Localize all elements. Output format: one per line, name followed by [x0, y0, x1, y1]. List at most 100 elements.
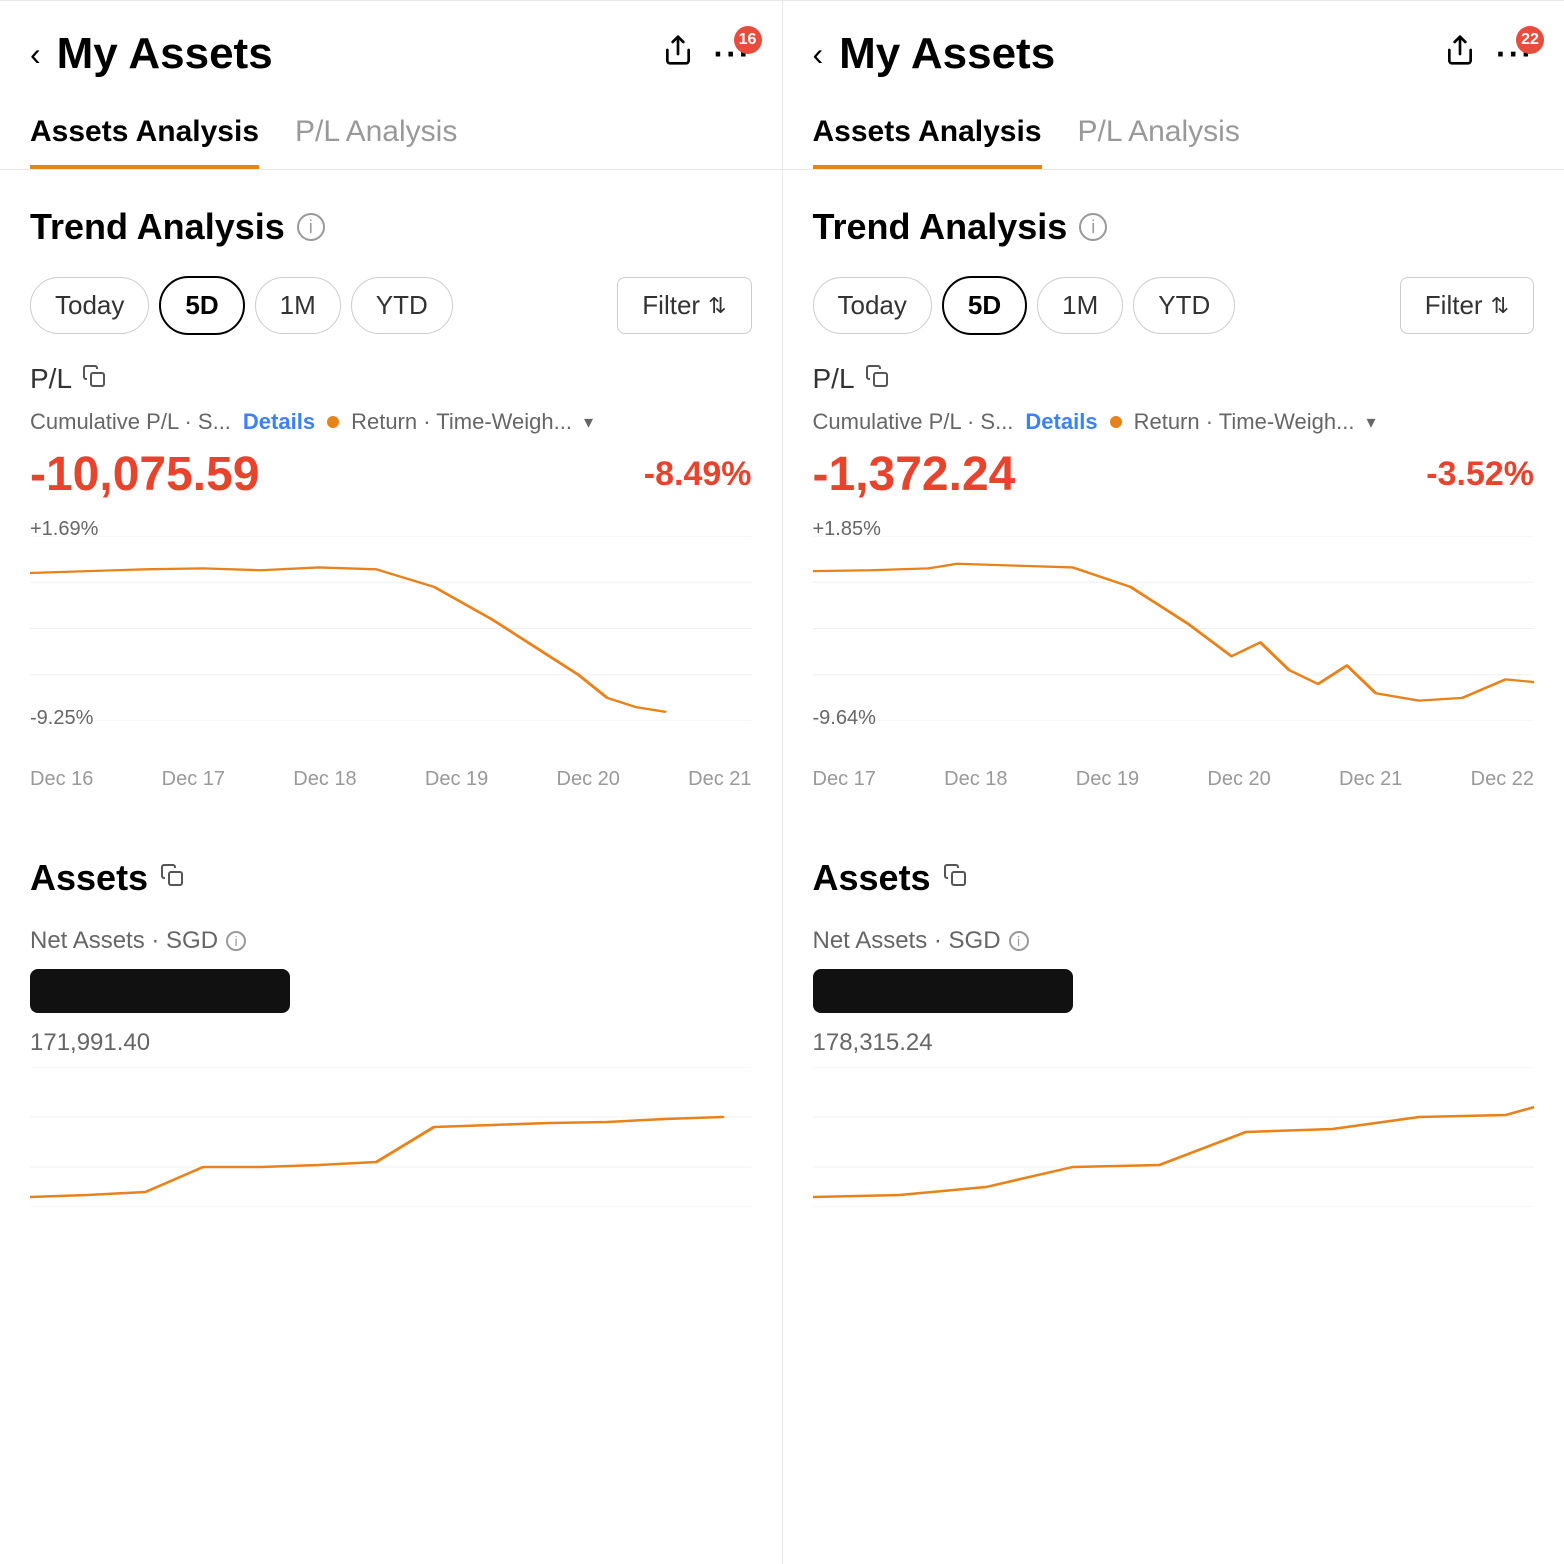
time-filter-buttons: Today5D1MYTD Filter⇅ — [813, 276, 1535, 335]
trend-title-row: Trend Analysis i — [813, 206, 1535, 248]
trend-section: Trend Analysis i Today5D1MYTD Filter⇅ P/L Cu… — [0, 170, 782, 791]
return-dot — [1110, 416, 1122, 428]
trend-title: Trend Analysis — [30, 206, 285, 248]
panel-0: ‹ My Assets ···16 Assets Analysis P/L Analys… — [0, 1, 783, 1564]
assets-copy-icon[interactable] — [160, 863, 184, 893]
chart-top-label: +1.85% — [813, 518, 881, 541]
filter-button[interactable]: Filter⇅ — [617, 277, 751, 334]
chart-bottom-label: -9.25% — [30, 707, 93, 730]
chart-bottom-label: -9.64% — [813, 707, 876, 730]
header: ‹ My Assets ···22 — [783, 1, 1564, 99]
trend-chart-svg — [30, 536, 752, 721]
time-btn-today[interactable]: Today — [813, 277, 932, 334]
redacted-value — [30, 969, 290, 1013]
chart-date-label: Dec 18 — [293, 768, 356, 791]
assets-chart-area — [30, 1067, 752, 1217]
pl-label: P/L — [30, 363, 72, 395]
more-icon[interactable]: ···22 — [1496, 36, 1534, 73]
net-assets-info-icon[interactable]: i — [1009, 931, 1029, 951]
net-assets-text: Net Assets · SGD — [30, 927, 218, 955]
tab-1[interactable]: P/L Analysis — [295, 99, 457, 169]
net-assets-info-icon[interactable]: i — [226, 931, 246, 951]
net-assets-label: Net Assets · SGD i — [30, 927, 752, 955]
panels-container: ‹ My Assets ···16 Assets Analysis P/L Analys… — [0, 0, 1564, 1564]
chart-top-label: +1.69% — [30, 518, 98, 541]
assets-title-row: Assets — [813, 857, 1535, 899]
chart-date-label: Dec 20 — [557, 768, 620, 791]
time-btn-1m[interactable]: 1M — [255, 277, 341, 334]
trend-chart-area: +1.85% -9.64% — [813, 518, 1535, 758]
header: ‹ My Assets ···16 — [0, 1, 782, 99]
assets-chart-area — [813, 1067, 1535, 1217]
assets-sub-value: 178,315.24 — [813, 1029, 1535, 1057]
percent-pl-value: -3.52% — [1426, 455, 1534, 494]
header-right: ···22 — [1444, 34, 1534, 74]
assets-title-row: Assets — [30, 857, 752, 899]
return-dot — [327, 416, 339, 428]
chart-date-label: Dec 21 — [688, 768, 751, 791]
tab-0[interactable]: Assets Analysis — [30, 99, 259, 169]
chart-date-label: Dec 20 — [1207, 768, 1270, 791]
copy-icon[interactable] — [82, 364, 106, 394]
assets-copy-icon[interactable] — [943, 863, 967, 893]
main-pl-value: -1,372.24 — [813, 447, 1016, 502]
trend-title-row: Trend Analysis i — [30, 206, 752, 248]
values-row: -1,372.24 -3.52% — [813, 447, 1535, 502]
header-left: ‹ My Assets — [30, 29, 273, 79]
details-link[interactable]: Details — [1025, 409, 1097, 435]
info-icon[interactable]: i — [297, 213, 325, 241]
header-left: ‹ My Assets — [813, 29, 1056, 79]
dropdown-arrow-icon[interactable]: ▾ — [1366, 412, 1375, 433]
filter-icon: ⇅ — [708, 293, 726, 319]
filter-button[interactable]: Filter⇅ — [1400, 277, 1534, 334]
time-btn-5d[interactable]: 5D — [159, 276, 244, 335]
time-btn-today[interactable]: Today — [30, 277, 149, 334]
trend-title: Trend Analysis — [813, 206, 1068, 248]
dropdown-arrow-icon[interactable]: ▾ — [584, 412, 593, 433]
net-assets-label: Net Assets · SGD i — [813, 927, 1535, 955]
time-btn-ytd[interactable]: YTD — [351, 277, 453, 334]
trend-section: Trend Analysis i Today5D1MYTD Filter⇅ P/L Cu… — [783, 170, 1564, 791]
share-icon[interactable] — [1444, 34, 1476, 74]
notification-badge: 22 — [1516, 26, 1544, 54]
assets-section: Assets Net Assets · SGD i 178,315.24 — [783, 821, 1564, 1217]
back-button[interactable]: ‹ — [30, 36, 41, 73]
notification-badge: 16 — [734, 26, 762, 54]
time-btn-5d[interactable]: 5D — [942, 276, 1027, 335]
net-assets-text: Net Assets · SGD — [813, 927, 1001, 955]
share-icon[interactable] — [662, 34, 694, 74]
pl-label-row: P/L — [813, 363, 1535, 395]
main-pl-value: -10,075.59 — [30, 447, 260, 502]
chart-meta-text: Cumulative P/L · S... — [813, 409, 1014, 435]
chart-dates: Dec 16 Dec 17 Dec 18 Dec 19 Dec 20 Dec 21 — [30, 768, 752, 791]
more-icon[interactable]: ···16 — [714, 36, 752, 73]
back-button[interactable]: ‹ — [813, 36, 824, 73]
time-btn-ytd[interactable]: YTD — [1133, 277, 1235, 334]
chart-date-label: Dec 19 — [425, 768, 488, 791]
info-icon[interactable]: i — [1079, 213, 1107, 241]
tabs-bar: Assets Analysis P/L Analysis — [0, 99, 782, 170]
chart-date-label: Dec 16 — [30, 768, 93, 791]
time-btn-1m[interactable]: 1M — [1037, 277, 1123, 334]
assets-chart-svg — [813, 1067, 1535, 1207]
page-title: My Assets — [57, 29, 273, 79]
header-right: ···16 — [662, 34, 752, 74]
tab-0[interactable]: Assets Analysis — [813, 99, 1042, 169]
return-label: Return · Time-Weigh... — [1134, 409, 1355, 435]
copy-icon[interactable] — [865, 364, 889, 394]
chart-date-label: Dec 21 — [1339, 768, 1402, 791]
pl-label-row: P/L — [30, 363, 752, 395]
chart-meta-text: Cumulative P/L · S... — [30, 409, 231, 435]
assets-chart-svg — [30, 1067, 752, 1207]
details-link[interactable]: Details — [243, 409, 315, 435]
redacted-value — [813, 969, 1073, 1013]
values-row: -10,075.59-8.49% — [30, 447, 752, 502]
chart-date-label: Dec 17 — [162, 768, 225, 791]
assets-title: Assets — [30, 857, 148, 899]
page-title: My Assets — [839, 29, 1055, 79]
chart-date-label: Dec 18 — [944, 768, 1007, 791]
chart-dates: Dec 17Dec 18Dec 19Dec 20Dec 21Dec 22 — [813, 768, 1535, 791]
assets-section: AssetsNet Assets · SGDi171,991.40 — [0, 821, 782, 1217]
filter-icon: ⇅ — [1491, 293, 1509, 319]
tab-1[interactable]: P/L Analysis — [1078, 99, 1240, 169]
